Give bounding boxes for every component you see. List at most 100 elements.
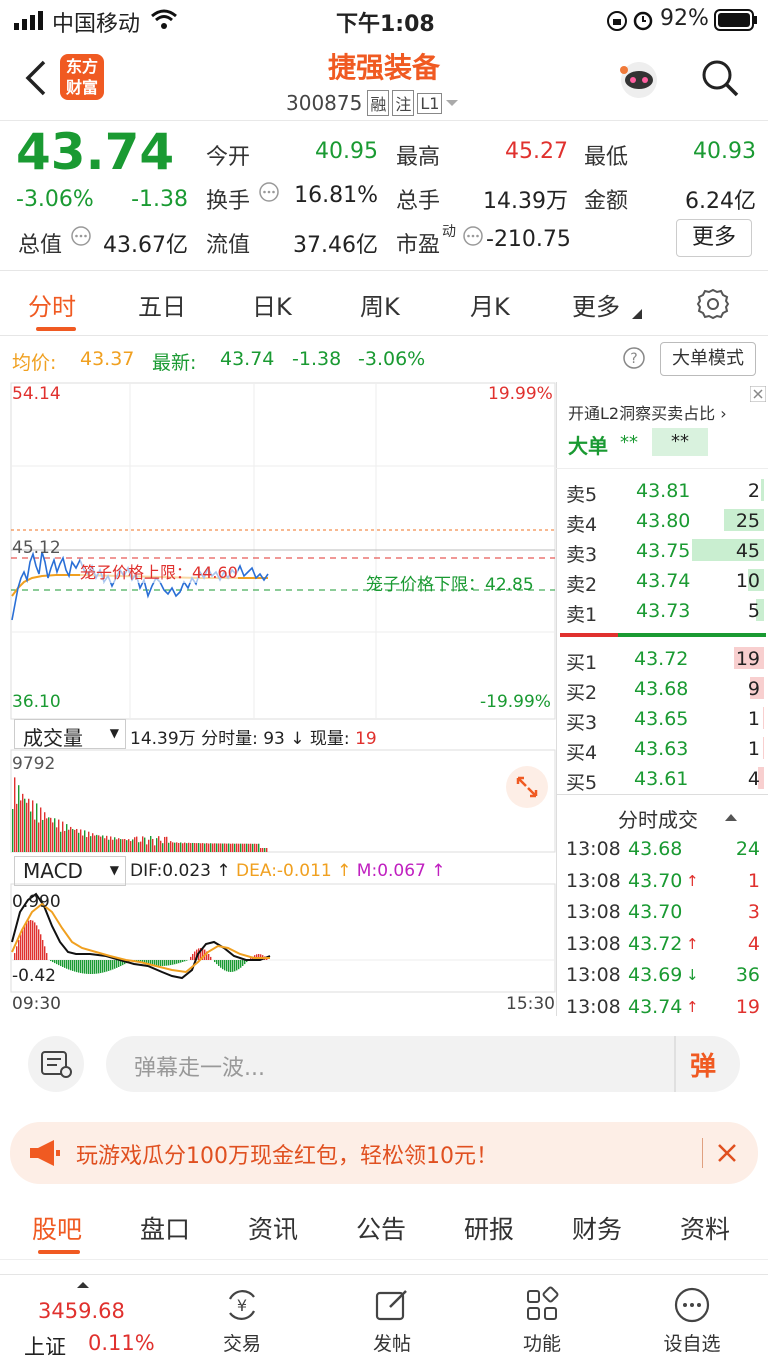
more-button[interactable]: 更多 [676, 219, 752, 257]
ask-row[interactable]: 卖4 43.80 25 [556, 506, 768, 536]
big-order-mode-button[interactable]: 大单模式 [660, 342, 756, 376]
caret-down-icon[interactable] [445, 98, 459, 108]
add-watchlist-button[interactable]: 设自选 [642, 1285, 742, 1356]
danmaku-send-button[interactable]: 弹 [690, 1046, 716, 1083]
ask-qty: 10 [735, 570, 760, 592]
volume-bar [174, 842, 176, 852]
macd-bar [118, 960, 120, 967]
tick-price: 43.70 [628, 869, 683, 892]
macd-bar [78, 960, 80, 973]
macd-bar [22, 929, 24, 960]
macd-bar [100, 960, 102, 974]
ask-row[interactable]: 卖5 43.81 2 [556, 476, 768, 506]
volume-bar [226, 843, 228, 852]
volume-bar [34, 819, 36, 852]
volume-bar [184, 842, 186, 852]
info-dots-icon[interactable] [70, 225, 92, 247]
macd-bar [116, 960, 118, 968]
macd-indicator-select[interactable]: MACD ▼ [14, 856, 126, 886]
caret-up-icon[interactable] [724, 812, 738, 822]
ask-row[interactable]: 卖1 43.73 5 [556, 596, 768, 626]
ticks-title[interactable]: 分时成交 [618, 804, 698, 833]
bid-qty: 19 [735, 648, 760, 670]
tab-monthly-k[interactable]: 月K [470, 287, 510, 322]
bid-row[interactable]: 买3 43.65 1 [556, 704, 768, 734]
tick-qty: 19 [735, 995, 760, 1018]
volume-bar [108, 839, 110, 852]
prev-close-label: 45.12 [12, 538, 61, 558]
tab-handicap[interactable]: 盘口 [140, 1210, 190, 1246]
tab-weekly-k[interactable]: 周K [360, 287, 400, 322]
tab-more[interactable]: 更多 [572, 287, 620, 322]
volume-max-label: 9792 [12, 754, 56, 774]
info-dots-icon[interactable] [258, 181, 280, 203]
tick-price: 43.70 [628, 901, 683, 923]
float-label: 流值 [206, 233, 251, 258]
volume-indicator-select[interactable]: 成交量 ▼ [14, 719, 126, 750]
big-order-value-a: ** [620, 432, 638, 453]
trade-button[interactable]: ¥ 交易 [192, 1285, 292, 1356]
volume-bar [126, 840, 128, 852]
macd-bar [96, 960, 98, 974]
intraday-chart: 54.14 19.99% 45.12 笼子价格上限：44.60 笼子价格下限：4… [10, 382, 556, 1016]
volume-bar [164, 836, 166, 852]
macd-bar [184, 960, 186, 962]
more-circle-icon [674, 1287, 710, 1323]
tab-research[interactable]: 研报 [464, 1210, 514, 1246]
tab-daily-k[interactable]: 日K [252, 287, 292, 322]
battery-percent: 92% [660, 6, 709, 31]
bid-row[interactable]: 买1 43.72 19 [556, 644, 768, 674]
ask-price: 43.73 [636, 600, 691, 622]
functions-button[interactable]: 功能 [492, 1285, 592, 1356]
expand-button[interactable] [506, 766, 548, 808]
svg-text:?: ? [630, 351, 637, 367]
macd-bar [180, 960, 182, 963]
promo-banner[interactable]: 玩游戏瓜分100万现金红包，轻松领10元！ [10, 1122, 758, 1184]
bid-row[interactable]: 买5 43.61 4 [556, 764, 768, 794]
search-icon[interactable] [700, 58, 740, 98]
volume-bar [178, 842, 180, 852]
ask-row[interactable]: 卖2 43.74 10 [556, 566, 768, 596]
robot-assistant-icon[interactable] [616, 56, 662, 102]
bid-row[interactable]: 买2 43.68 9 [556, 674, 768, 704]
macd-bar [72, 960, 74, 971]
tab-five-day[interactable]: 五日 [138, 287, 186, 322]
help-icon[interactable]: ? [622, 346, 646, 370]
tab-forum[interactable]: 股吧 [32, 1210, 82, 1246]
corner-caret-icon [632, 309, 642, 319]
macd-bar [164, 960, 166, 966]
l2-promo-link[interactable]: 开通L2洞察买卖占比 › [568, 400, 727, 424]
ask-row[interactable]: 卖3 43.75 45 [556, 536, 768, 566]
danmaku-input[interactable]: 弹幕走一波... 弹 [106, 1036, 740, 1092]
volume-bar [140, 841, 142, 852]
volume-bar [212, 843, 214, 852]
tab-profile[interactable]: 资料 [680, 1210, 730, 1246]
close-icon[interactable] [750, 386, 766, 402]
macd-bar [38, 929, 40, 960]
volume-bar [144, 837, 146, 852]
tick-row: 13:08 43.74 ↑ 19 [556, 992, 768, 1022]
volume-bar [26, 802, 28, 852]
index-ticker[interactable]: 3459.68 上证 0.11% [18, 1277, 158, 1363]
danmaku-settings-button[interactable] [28, 1036, 84, 1092]
tab-news[interactable]: 资讯 [248, 1210, 298, 1246]
tab-intraday[interactable]: 分时 [28, 287, 76, 322]
tab-announcements[interactable]: 公告 [356, 1210, 406, 1246]
price-panel-frame [10, 382, 556, 720]
close-icon[interactable] [716, 1142, 738, 1164]
intraday-summary: 均价: 43.37 最新: 43.74 -1.38 -3.06% ? 大单模式 [0, 336, 768, 382]
carrier: 中国移动 [52, 12, 141, 37]
tick-row: 13:08 43.68 24 [556, 834, 768, 864]
info-dots-icon[interactable] [462, 225, 484, 247]
bid-row[interactable]: 买4 43.63 1 [556, 734, 768, 764]
post-button[interactable]: 发帖 [342, 1285, 442, 1356]
bid-label: 买2 [566, 682, 598, 704]
volume-bar [148, 839, 150, 852]
expand-icon [516, 776, 538, 798]
macd-bar [98, 960, 100, 974]
gear-icon[interactable] [696, 287, 730, 321]
bid-ask-ratio-green [618, 633, 766, 637]
macd-bar [92, 960, 94, 974]
tab-financials[interactable]: 财务 [572, 1210, 622, 1246]
volume-bar [186, 843, 188, 852]
